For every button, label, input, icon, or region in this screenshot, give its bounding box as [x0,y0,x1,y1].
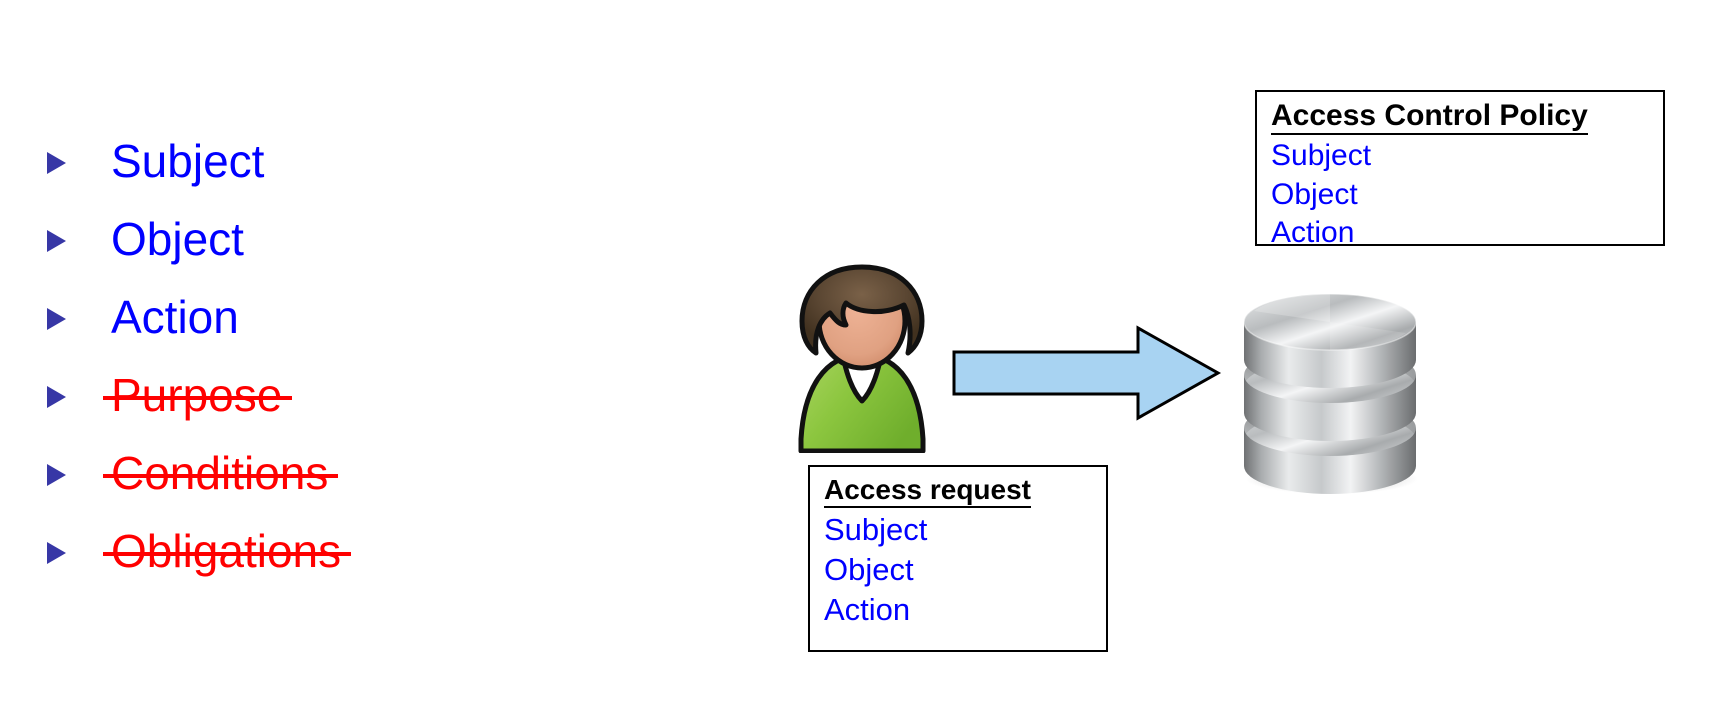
access-request-line-action: Action [824,591,911,627]
user-icon [798,264,926,453]
list-item[interactable]: Object [45,200,565,278]
bullet-label-subject: Subject [111,135,265,187]
list-item[interactable]: Subject [45,122,565,200]
access-control-policy-line-subject: Subject [1271,139,1372,173]
access-request-title: Access request [824,474,1032,509]
bullet-label-purpose: Purpose [102,369,293,421]
bullet-label-object: Object [111,213,244,265]
access-control-policy-box: Access Control Policy Subject Object Act… [1255,90,1665,249]
access-control-policy-line-action: Action [1271,216,1355,250]
list-item[interactable]: Conditions [45,434,565,512]
triangle-bullet-icon [45,538,69,564]
triangle-bullet-icon [45,460,69,486]
triangle-bullet-icon [45,304,69,330]
bullet-label-obligations: Obligations [102,525,352,577]
access-control-policy-title: Access Control Policy [1271,99,1588,136]
triangle-bullet-icon [45,148,69,174]
list-item[interactable]: Purpose [45,356,565,434]
triangle-bullet-icon [45,226,69,252]
list-item[interactable]: Action [45,278,565,356]
access-request-line-subject: Subject [824,512,928,548]
database-cylinder-icon [1243,293,1418,494]
bullet-label-action: Action [111,291,239,343]
access-request-line-object: Object [824,551,914,587]
triangle-bullet-icon [45,382,69,408]
access-control-policy-line-object: Object [1271,177,1358,211]
bullet-label-conditions: Conditions [102,447,339,499]
list-item[interactable]: Obligations [45,512,565,590]
concept-bullet-list: Subject Object Action Purpose Conditions… [45,122,565,590]
access-request-box: Access request Subject Object Action [808,465,1108,652]
right-arrow-icon [952,325,1222,421]
